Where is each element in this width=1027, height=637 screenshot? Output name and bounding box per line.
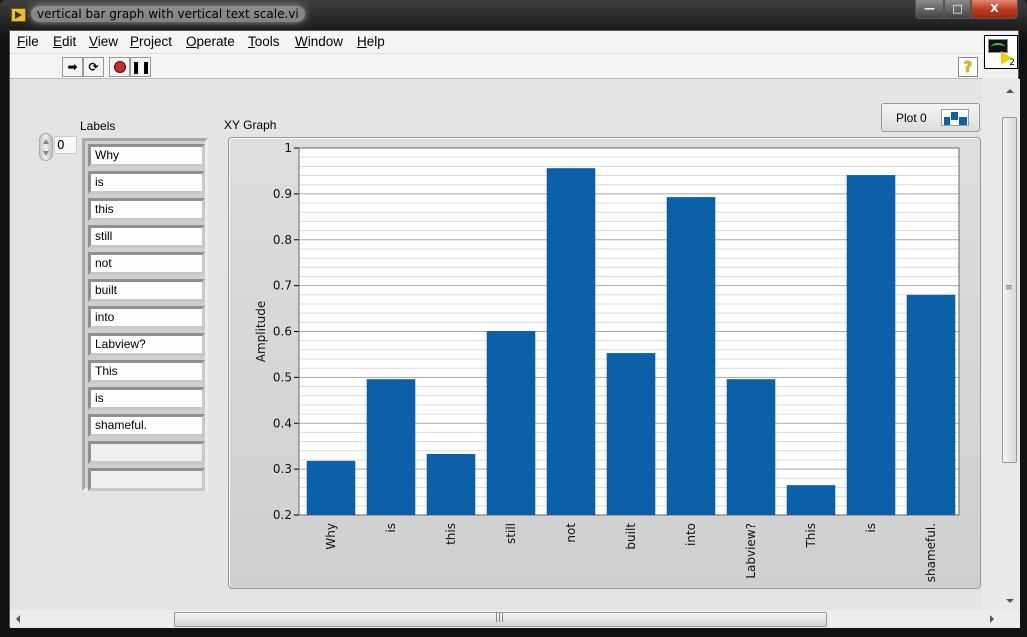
- labels-array-element[interactable]: Why: [88, 144, 205, 167]
- x-tick-label: into: [684, 523, 698, 546]
- labels-array: Why is this still not built into Labview? This is…: [82, 138, 208, 491]
- labels-array-element[interactable]: this: [88, 198, 205, 221]
- labels-array-element[interactable]: This: [88, 360, 205, 383]
- y-tick-label: 0.6: [273, 325, 292, 339]
- y-tick-label: 0.8: [273, 233, 292, 247]
- maximize-button[interactable]: □: [944, 0, 971, 19]
- menu-edit[interactable]: Edit: [53, 34, 76, 49]
- y-tick-label: 0.3: [273, 462, 292, 476]
- menu-tools[interactable]: Tools: [248, 34, 280, 49]
- graph-label: XY Graph: [224, 118, 277, 132]
- y-axis-label: Amplitude: [254, 301, 268, 363]
- bar-6: [666, 197, 716, 515]
- y-tick-label: 0.2: [273, 508, 292, 522]
- bar-plot-swatch-icon: [941, 109, 969, 126]
- vertical-scroll-thumb[interactable]: ≡: [1002, 117, 1017, 463]
- y-tick-label: 0.9: [273, 187, 292, 201]
- grip-icon: |||: [495, 613, 505, 623]
- menu-file[interactable]: File: [17, 34, 39, 49]
- window-title: vertical bar graph with vertical text sc…: [31, 6, 305, 22]
- bar-5: [606, 353, 656, 515]
- labels-array-element[interactable]: into: [88, 306, 205, 329]
- context-help-button[interactable]: ?: [958, 57, 978, 77]
- abort-icon: [113, 61, 126, 73]
- scroll-up-arrow-icon[interactable]: [1006, 89, 1014, 93]
- front-panel-client: File Edit View Project Operate Tools Window Hel…: [9, 30, 1020, 628]
- menu-operate[interactable]: Operate: [186, 34, 235, 49]
- labels-array-element[interactable]: [88, 441, 205, 464]
- scroll-left-arrow-icon[interactable]: [16, 615, 20, 623]
- x-tick-label: is: [864, 523, 878, 533]
- xy-graph: 0.2 0.3 0.4 0.5 0.6 0.7 0.8 0.9 1 Why is this still n…: [228, 137, 981, 589]
- minimize-button[interactable]: —: [915, 0, 944, 19]
- title-bar: vertical bar graph with vertical text sc…: [0, 0, 1027, 30]
- bar-8: [786, 485, 836, 515]
- y-tick-label: 0.7: [273, 279, 292, 293]
- labview-window: vertical bar graph with vertical text sc…: [0, 0, 1027, 637]
- horizontal-scrollbar[interactable]: |||: [10, 610, 1020, 628]
- run-continuously-button[interactable]: ⟳: [83, 57, 104, 77]
- labels-array-element[interactable]: still: [88, 225, 205, 248]
- horizontal-scroll-thumb[interactable]: |||: [174, 612, 827, 627]
- labels-array-element[interactable]: not: [88, 252, 205, 275]
- y-tick-label: 1: [284, 141, 292, 155]
- bar-4: [546, 168, 596, 515]
- decrement-arrow-icon[interactable]: [43, 151, 49, 156]
- bar-10: [906, 294, 956, 515]
- labels-array-element[interactable]: is: [88, 171, 205, 194]
- vi-icon-number: 2: [1009, 58, 1015, 68]
- bar-2: [426, 453, 476, 515]
- labels-array-element[interactable]: Labview?: [88, 333, 205, 356]
- legend-plot-name: Plot 0: [896, 111, 927, 125]
- toolbar: ➡ ⟳ ❚❚ ?: [10, 53, 982, 79]
- x-tick-label: is: [384, 523, 398, 533]
- menu-project[interactable]: Project: [130, 34, 172, 49]
- vertical-scrollbar[interactable]: ≡: [982, 79, 1020, 610]
- x-tick-label: Labview?: [744, 523, 758, 579]
- x-tick-label: This: [804, 523, 818, 549]
- menu-help[interactable]: Help: [357, 34, 385, 49]
- plot-legend[interactable]: Plot 0: [881, 103, 980, 132]
- menu-bar: File Edit View Project Operate Tools Window Hel…: [10, 31, 982, 53]
- bar-3: [486, 331, 536, 515]
- run-button[interactable]: ➡: [62, 57, 83, 77]
- x-tick-label: shameful.: [924, 523, 938, 582]
- labels-array-label: Labels: [80, 119, 116, 133]
- x-tick-label: not: [564, 523, 578, 543]
- run-continuously-icon: ⟳: [88, 60, 99, 74]
- close-button[interactable]: X: [971, 0, 1018, 19]
- index-spinner[interactable]: [39, 133, 53, 161]
- labels-array-element[interactable]: is: [88, 387, 205, 410]
- increment-arrow-icon[interactable]: [43, 139, 49, 144]
- x-tick-label: this: [444, 523, 458, 545]
- labels-array-element[interactable]: shameful.: [88, 414, 205, 437]
- scroll-right-arrow-icon[interactable]: [990, 615, 994, 623]
- front-panel: Labels 0 Why is this still not built into Labvi…: [10, 79, 982, 610]
- run-arrow-icon: ➡: [67, 60, 78, 74]
- menu-view[interactable]: View: [89, 34, 118, 49]
- pause-button[interactable]: ❚❚: [130, 57, 151, 77]
- abort-button[interactable]: [109, 57, 130, 77]
- grip-icon: ≡: [1005, 283, 1013, 293]
- bar-7: [726, 379, 776, 515]
- vi-connector-icon[interactable]: 2: [984, 35, 1018, 69]
- xy-graph-plot: 0.2 0.3 0.4 0.5 0.6 0.7 0.8 0.9 1 Why is this still n…: [254, 141, 960, 582]
- array-index-input[interactable]: 0: [54, 136, 77, 154]
- x-tick-label: built: [624, 523, 638, 550]
- labels-array-element[interactable]: built: [88, 279, 205, 302]
- y-tick-label: 0.5: [273, 370, 292, 384]
- bar-9: [846, 175, 896, 515]
- labview-vi-icon: [11, 8, 26, 22]
- x-tick-label: Why: [324, 523, 338, 550]
- pause-icon: ❚❚: [131, 60, 152, 74]
- y-tick-label: 0.4: [273, 416, 292, 430]
- labels-array-element[interactable]: [88, 468, 205, 491]
- bar-0: [306, 460, 356, 515]
- menu-window[interactable]: Window: [295, 34, 343, 49]
- bar-1: [366, 379, 416, 515]
- scroll-down-arrow-icon[interactable]: [1006, 599, 1014, 603]
- x-tick-label: still: [504, 523, 518, 544]
